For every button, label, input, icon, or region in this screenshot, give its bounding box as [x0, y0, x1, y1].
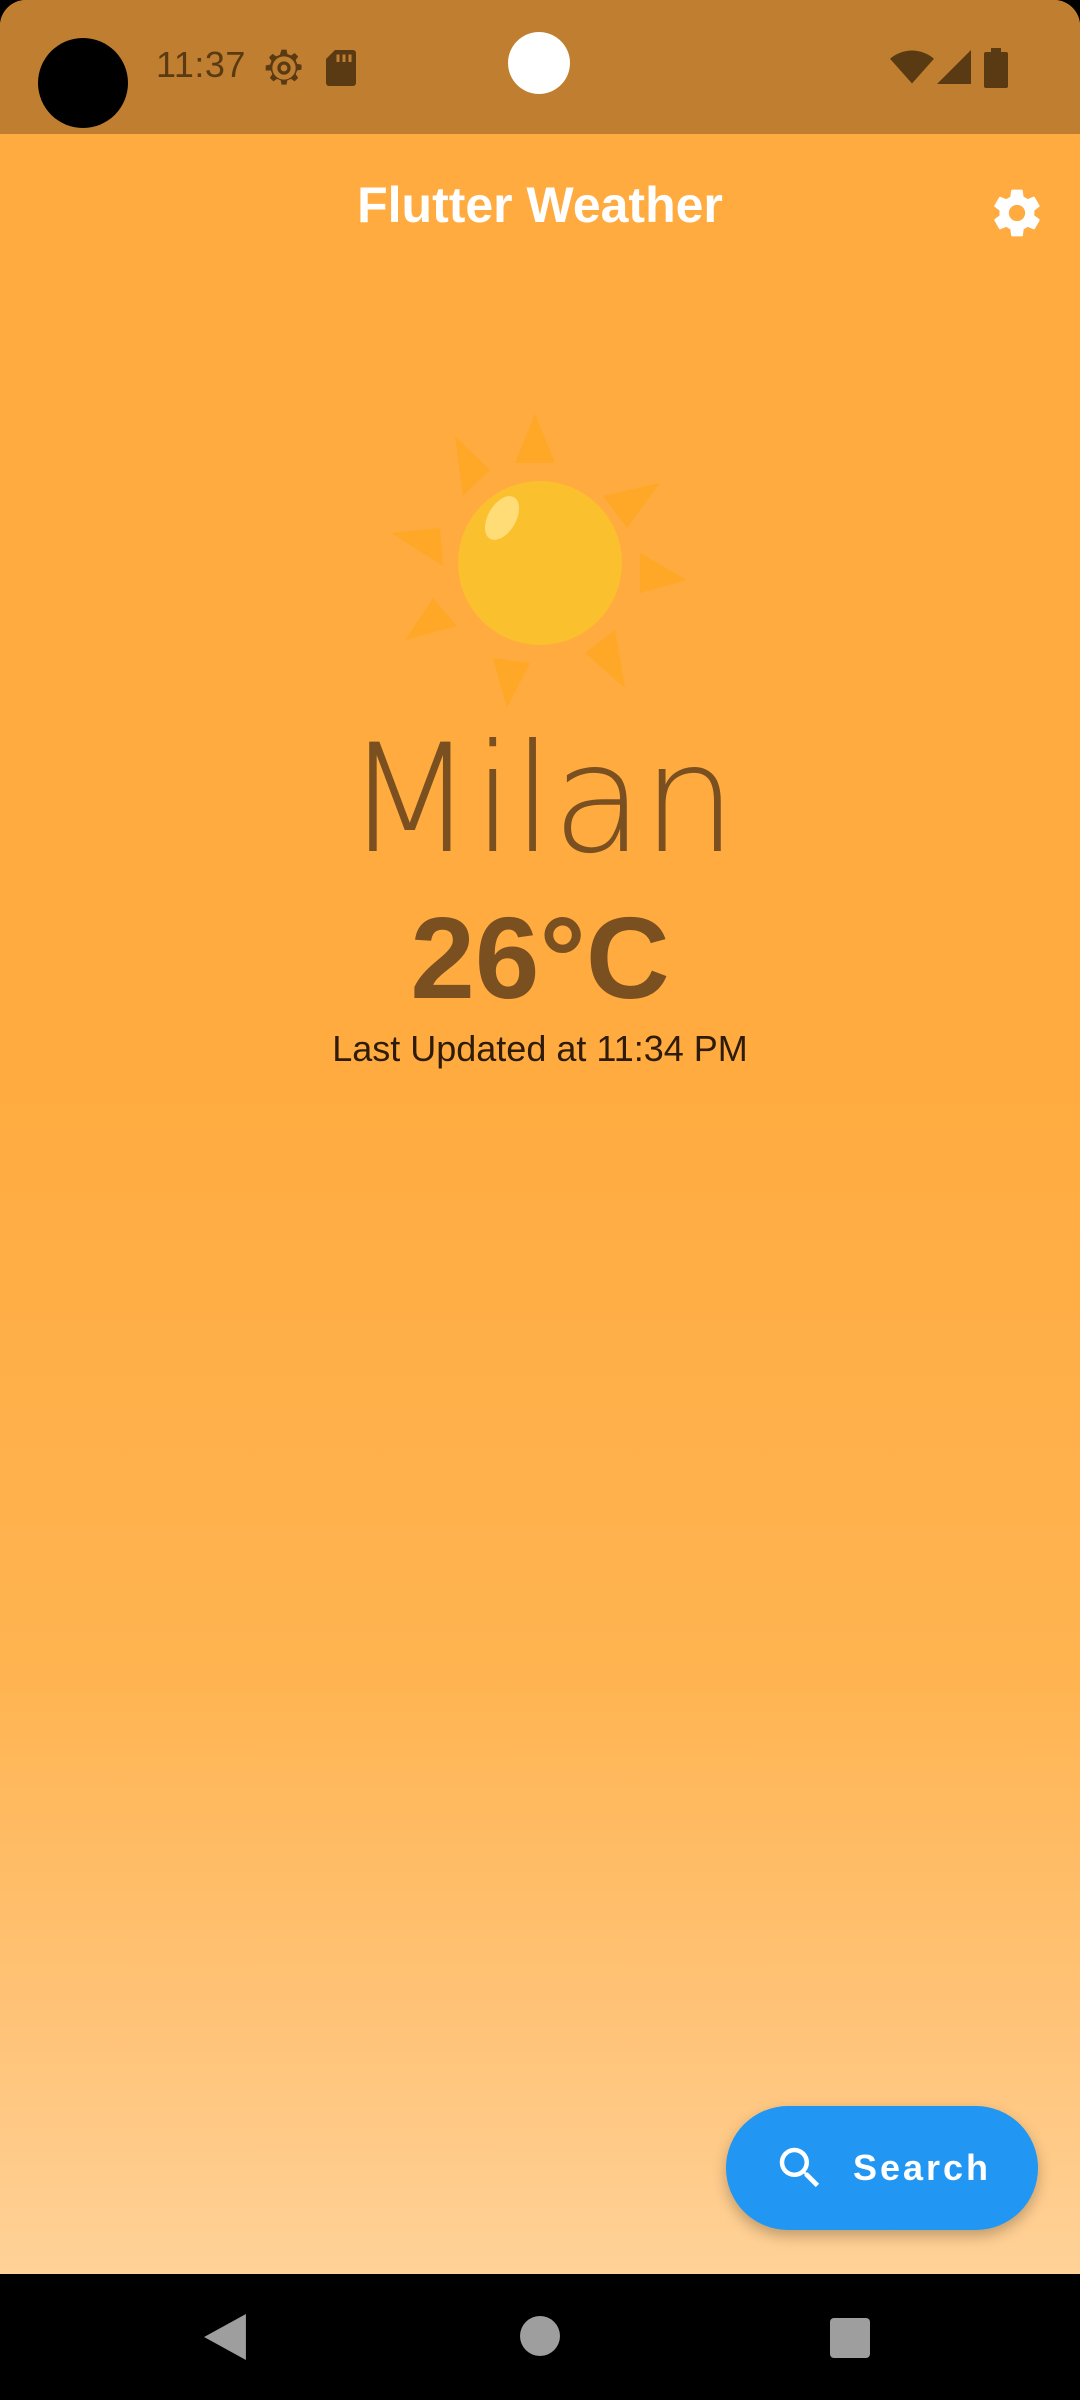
- app-title: Flutter Weather: [357, 177, 723, 233]
- camera-cutout: [38, 38, 128, 128]
- search-button[interactable]: Search: [726, 2106, 1038, 2230]
- sun-icon: [391, 414, 687, 708]
- temperature: 26°C: [410, 893, 670, 1023]
- home-icon[interactable]: [520, 2316, 560, 2356]
- settings-gear-icon: [265, 49, 302, 85]
- signal-icon: [937, 50, 971, 84]
- recents-icon[interactable]: [830, 2318, 870, 2358]
- status-bar: 11:37: [0, 0, 1080, 134]
- navigation-bar: [0, 2274, 1080, 2400]
- last-updated-text: Last Updated at 11:34 PM: [332, 1028, 748, 1069]
- battery-icon: [984, 48, 1008, 88]
- city-name: Milan: [345, 713, 737, 887]
- app-screen: 11:37 Flutter Weather Milan 26°C Last Up…: [0, 0, 1080, 2400]
- wifi-icon: [890, 50, 934, 84]
- settings-button[interactable]: [980, 176, 1054, 250]
- back-icon[interactable]: [204, 2314, 246, 2360]
- status-time: 11:37: [156, 44, 246, 85]
- front-camera: [508, 32, 570, 94]
- gear-icon: [994, 189, 1040, 237]
- sd-card-icon: [326, 50, 356, 86]
- search-button-label: Search: [852, 2147, 992, 2188]
- search-icon: [779, 2147, 820, 2188]
